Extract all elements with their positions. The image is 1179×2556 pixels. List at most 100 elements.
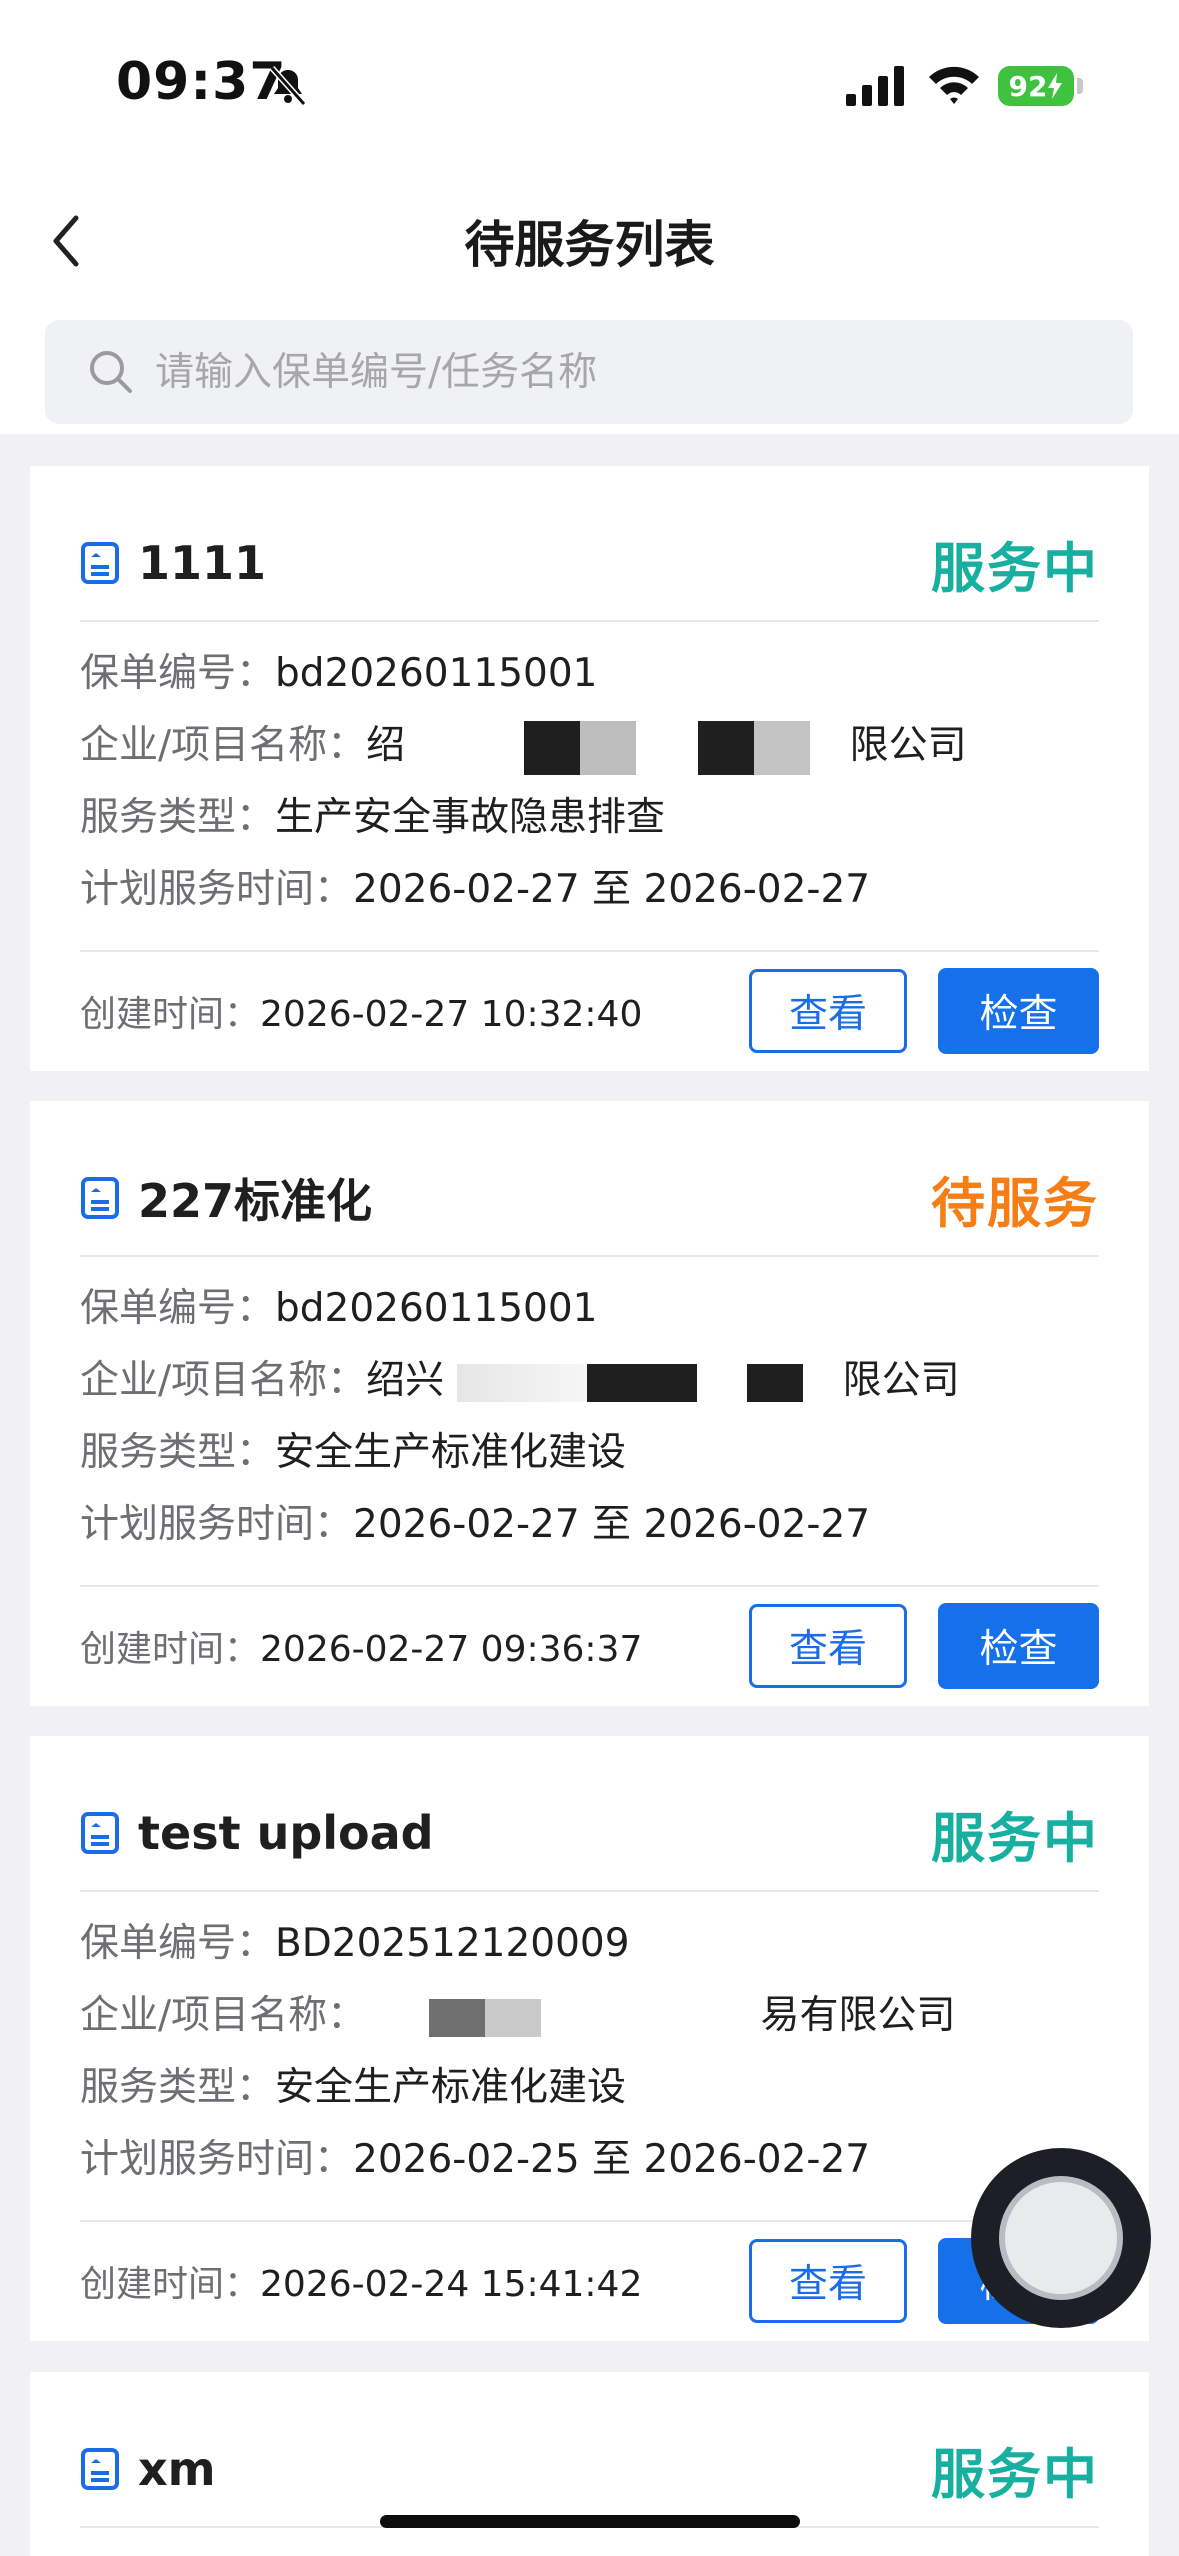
policy-row: 保单编号：BD202512120009 [80,1912,630,1968]
created-time: 创建时间：2026-02-27 09:36:37 [80,1620,642,1672]
service-type-label: 服务类型： [80,795,276,840]
check-button[interactable]: 检查 [938,968,1099,1054]
battery-level: 92 [1008,69,1048,103]
card-title: 1111 [138,536,267,590]
policy-label: 保单编号： [80,1286,276,1331]
plan-time-label: 计划服务时间： [80,1502,354,1547]
created-label: 创建时间： [80,1629,261,1670]
company-suffix: 限公司 [849,723,967,768]
service-type-row: 服务类型：安全生产标准化建设 [80,2056,626,2112]
card-title: 227标准化 [138,1174,373,1228]
view-button[interactable]: 查看 [749,2239,907,2323]
company-row: 企业/项目名称： 易有限公司 [80,1984,956,2045]
card-header: test upload 服务中 [80,1798,1099,1870]
document-icon [81,1177,119,1219]
battery-indicator: 92 [998,66,1074,106]
divider [80,1585,1099,1587]
redacted-block [456,1363,587,1402]
document-icon [81,1812,119,1854]
signal-icon [846,66,904,106]
service-type-value: 安全生产标准化建设 [275,2065,627,2110]
plan-time-label: 计划服务时间： [80,2137,354,2182]
redacted-block [579,720,636,775]
page-title: 待服务列表 [464,216,715,274]
created-time: 创建时间：2026-02-27 10:32:40 [80,985,642,1037]
created-value: 2026-02-27 10:32:40 [260,994,643,1035]
assistive-touch-button[interactable] [971,2148,1151,2328]
redacted-block [753,720,810,775]
plan-time-value: 2026-02-27 至 2026-02-27 [353,867,871,912]
redacted-block [540,1990,761,2045]
divider [80,1255,1099,1257]
plan-time-row: 计划服务时间：2026-02-27 至 2026-02-27 [80,1493,870,1549]
policy-row: 保单编号：bd20260115001 [80,1277,597,1333]
task-card[interactable]: 227标准化 待服务 保单编号：bd20260115001 企业/项目名称：绍兴… [30,1101,1149,1706]
redacted-block [378,1990,429,2045]
company-label: 企业/项目名称： [80,1993,367,2038]
status-badge: 待服务 [931,1171,1099,1235]
policy-label: 保单编号： [80,651,276,696]
redacted-block [802,1355,843,1410]
check-button[interactable]: 检查 [938,1603,1099,1689]
document-icon [81,2448,119,2490]
redacted-block [809,720,850,775]
charging-bolt-icon [1048,73,1063,99]
card-footer: 创建时间：2026-02-27 09:36:37 查看 检查 [80,1603,1099,1689]
status-badge: 服务中 [931,1806,1099,1870]
plan-time-row: 计划服务时间：2026-02-25 至 2026-02-27 [80,2128,870,2184]
created-value: 2026-02-27 09:36:37 [260,1629,643,1670]
card-title: xm [138,2442,216,2496]
policy-value: bd20260115001 [275,1286,598,1331]
card-header: 227标准化 待服务 [80,1163,1099,1235]
bell-muted-icon [269,66,307,106]
top-bar: 09:37 92 待服务列表 [0,0,1179,434]
search-input[interactable] [153,341,1057,403]
document-icon [81,542,119,584]
status-badge: 服务中 [931,2442,1099,2506]
service-type-row: 服务类型：安全生产标准化建设 [80,1421,626,1477]
card-header: xm 服务中 [80,2434,1099,2506]
redacted-block [417,720,524,775]
search-icon [90,351,132,393]
battery-cap [1077,78,1083,94]
status-time: 09:37 [116,52,287,112]
divider [80,950,1099,952]
redacted-block [586,1363,697,1402]
plan-time-value: 2026-02-27 至 2026-02-27 [353,1502,871,1547]
service-type-label: 服务类型： [80,1430,276,1475]
redacted-block [523,720,580,775]
search-bar[interactable] [45,320,1133,424]
created-time: 创建时间：2026-02-24 15:41:42 [80,2255,642,2307]
policy-value: BD202512120009 [275,1921,630,1966]
view-button[interactable]: 查看 [749,969,907,1053]
company-row: 企业/项目名称：绍兴 限公司 [80,1349,960,1410]
service-type-value: 安全生产标准化建设 [275,1430,627,1475]
divider [80,620,1099,622]
company-row: 企业/项目名称：绍 限公司 [80,714,967,775]
created-label: 创建时间： [80,2264,261,2305]
redacted-block [635,720,698,775]
redacted-block [484,1998,541,2037]
divider [80,1890,1099,1892]
company-suffix: 限公司 [842,1358,960,1403]
service-type-label: 服务类型： [80,2065,276,2110]
card-title: test upload [138,1806,434,1860]
plan-time-label: 计划服务时间： [80,867,354,912]
policy-value: bd20260115001 [275,651,598,696]
company-suffix: 易有限公司 [760,1993,956,2038]
company-prefix: 绍兴 [366,1358,445,1403]
home-indicator[interactable] [380,2515,800,2528]
redacted-block [428,1998,485,2037]
card-footer: 创建时间：2026-02-24 15:41:42 查看 检查 [80,2238,1099,2324]
task-card[interactable]: xm 服务中 [30,2372,1149,2556]
service-type-value: 生产安全事故隐患排查 [275,795,666,840]
created-value: 2026-02-24 15:41:42 [260,2264,643,2305]
view-button[interactable]: 查看 [749,1604,907,1688]
card-header: 1111 服务中 [80,528,1099,600]
plan-time-value: 2026-02-25 至 2026-02-27 [353,2137,871,2182]
wifi-icon [929,66,979,104]
company-prefix: 绍 [366,723,406,768]
task-card[interactable]: 1111 服务中 保单编号：bd20260115001 企业/项目名称：绍 限公… [30,466,1149,1071]
redacted-block [746,1363,803,1402]
created-label: 创建时间： [80,994,261,1035]
